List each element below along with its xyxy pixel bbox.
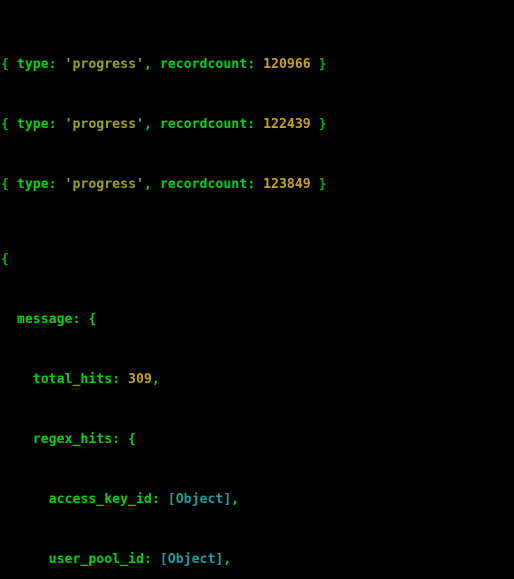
key-recordcount: recordcount xyxy=(159,117,248,132)
total-hits-line: total_hits: 309, xyxy=(0,372,514,387)
colon: : xyxy=(48,177,65,192)
colon: : xyxy=(48,117,65,132)
key-regex-hits: regex_hits xyxy=(1,432,113,447)
key-type: type xyxy=(16,57,49,72)
brace-close: } xyxy=(310,117,327,132)
value-recordcount: 123849 xyxy=(263,177,311,192)
colon: : xyxy=(143,552,160,567)
terminal-screen: { type: 'progress', recordcount: 120966 … xyxy=(0,0,514,579)
progress-line: { type: 'progress', recordcount: 123849 … xyxy=(0,177,514,192)
value-recordcount: 122439 xyxy=(263,117,311,132)
value-total-hits: 309 xyxy=(128,372,152,387)
brace-glyph: { xyxy=(1,252,9,267)
colon: : xyxy=(112,372,129,387)
colon: : xyxy=(247,177,264,192)
key-recordcount: recordcount xyxy=(159,177,248,192)
regex-entry: access_key_id: [Object], xyxy=(0,492,514,507)
colon: : xyxy=(247,117,264,132)
regex-entry: user_pool_id: [Object], xyxy=(0,552,514,567)
brace-open: { xyxy=(1,117,17,132)
brace-open: { xyxy=(1,57,17,72)
comma: , xyxy=(231,492,240,507)
object-brace-open: { xyxy=(0,252,514,267)
key-recordcount: recordcount xyxy=(159,57,248,72)
comma: , xyxy=(223,552,232,567)
brace-close: } xyxy=(310,177,327,192)
value-type: 'progress' xyxy=(64,117,144,132)
brace-open: { xyxy=(1,177,17,192)
regex-hits-key-line: regex_hits: { xyxy=(0,432,514,447)
comma: , xyxy=(143,177,160,192)
value-recordcount: 120966 xyxy=(263,57,311,72)
colon: : xyxy=(151,492,168,507)
brace-close: } xyxy=(310,57,327,72)
message-key-line: message: { xyxy=(0,312,514,327)
progress-line: { type: 'progress', recordcount: 122439 … xyxy=(0,117,514,132)
key-type: type xyxy=(16,117,49,132)
key-message: message xyxy=(1,312,73,327)
terminal-window[interactable]: { type: 'progress', recordcount: 120966 … xyxy=(0,0,514,579)
comma: , xyxy=(143,57,160,72)
regex-entry-value: [Object] xyxy=(159,552,224,567)
key-type: type xyxy=(16,177,49,192)
message-open: : { xyxy=(72,312,97,327)
colon: : xyxy=(48,57,65,72)
regex-hits-open: : { xyxy=(112,432,136,447)
comma: , xyxy=(151,372,160,387)
regex-entry-key: access_key_id xyxy=(1,492,152,507)
regex-entry-value: [Object] xyxy=(167,492,232,507)
progress-line: { type: 'progress', recordcount: 120966 … xyxy=(0,57,514,72)
key-total-hits: total_hits xyxy=(1,372,113,387)
value-type: 'progress' xyxy=(64,57,144,72)
regex-entry-key: user_pool_id xyxy=(1,552,144,567)
comma: , xyxy=(143,117,160,132)
colon: : xyxy=(247,57,264,72)
value-type: 'progress' xyxy=(64,177,144,192)
